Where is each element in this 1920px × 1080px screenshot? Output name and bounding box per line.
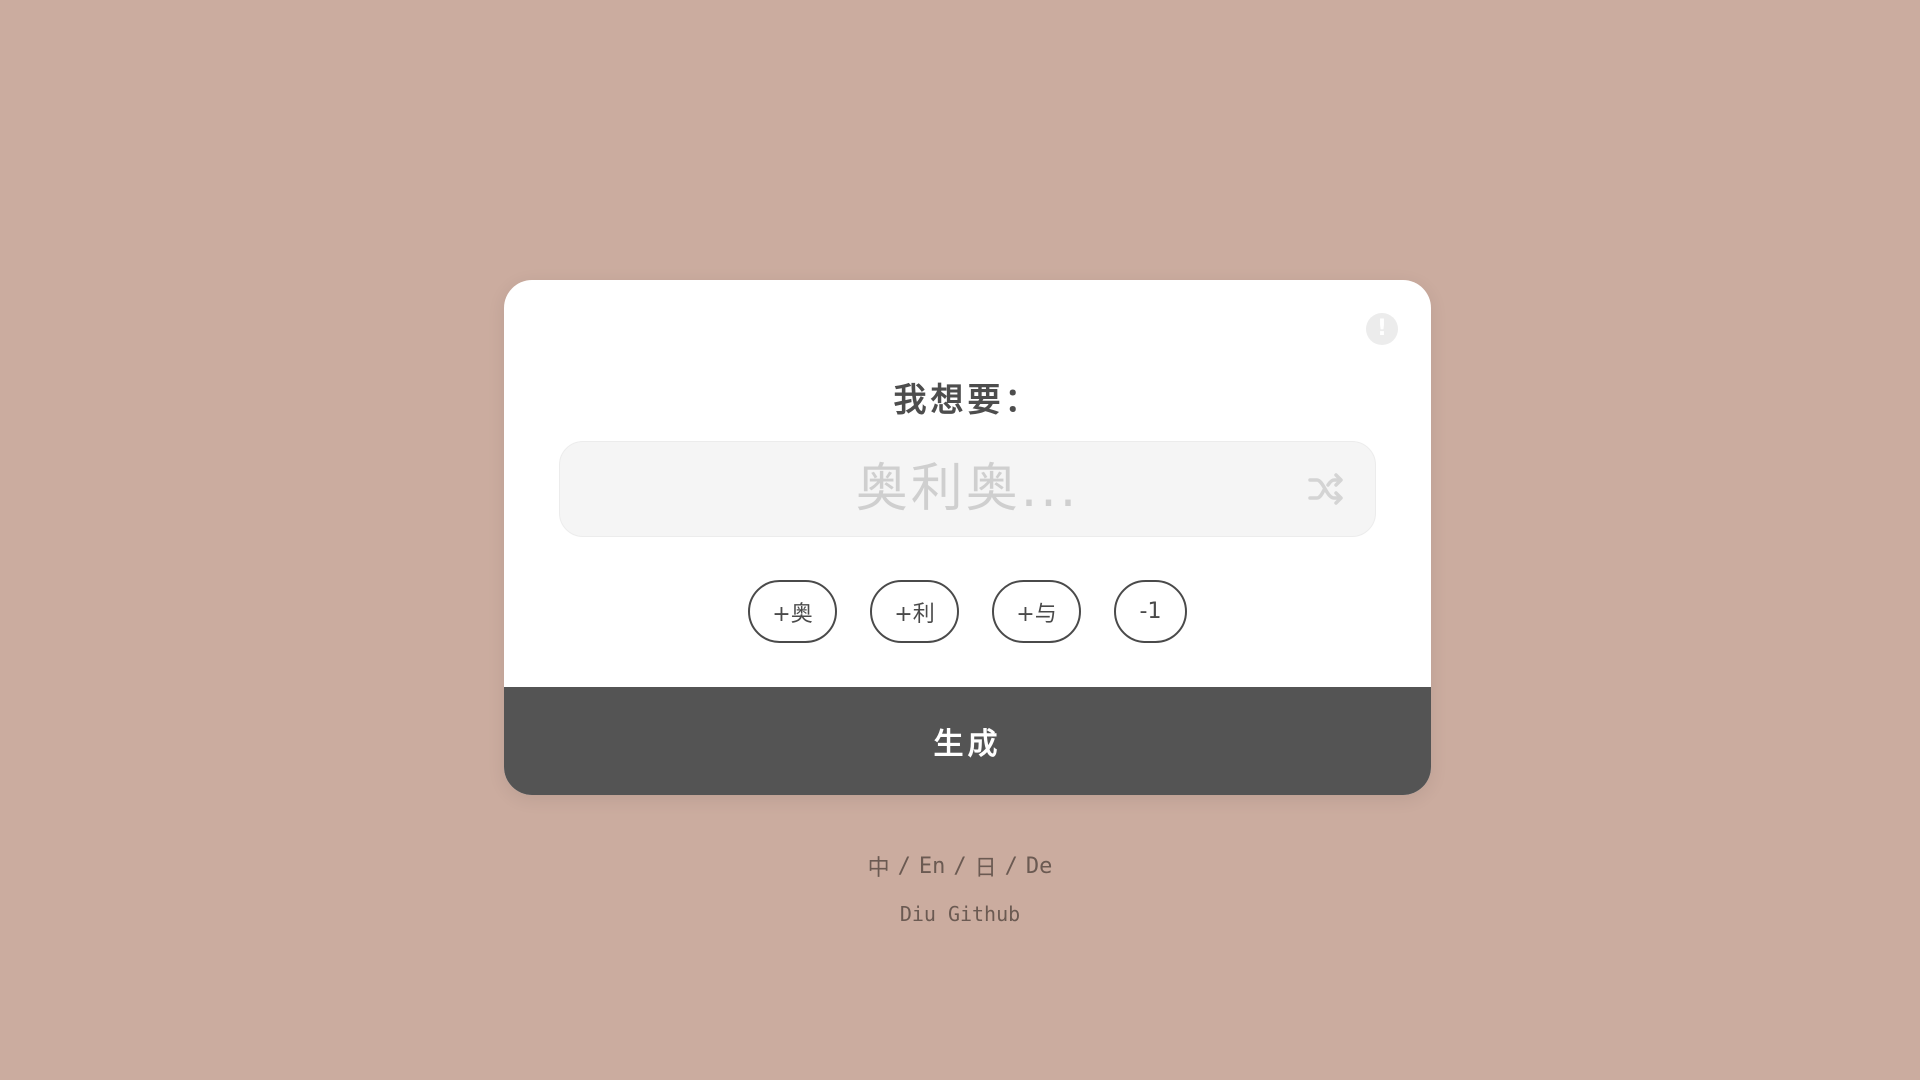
add-yu-chip[interactable]: +与: [992, 580, 1081, 643]
name-input[interactable]: [560, 442, 1375, 536]
separator: /: [897, 853, 911, 879]
lang-zh-link[interactable]: 中: [868, 850, 890, 882]
github-link[interactable]: Github: [948, 902, 1020, 926]
separator: /: [953, 853, 967, 879]
language-switcher: 中 / En / 日 / De: [0, 850, 1920, 882]
info-icon[interactable]: !: [1366, 313, 1398, 345]
generate-button[interactable]: 生成: [504, 687, 1431, 795]
footer: 中 / En / 日 / De Diu Github: [0, 850, 1920, 927]
diu-link[interactable]: Diu: [900, 902, 936, 926]
remove-last-chip[interactable]: -1: [1114, 580, 1187, 643]
separator: /: [1004, 853, 1018, 879]
credits: Diu Github: [0, 902, 1920, 926]
add-ao-chip[interactable]: +奥: [748, 580, 837, 643]
lang-ja-link[interactable]: 日: [975, 850, 997, 882]
name-input-wrapper: [559, 441, 1376, 537]
shuffle-icon[interactable]: [1307, 472, 1345, 506]
lang-de-link[interactable]: De: [1026, 854, 1053, 879]
prompt-label: 我想要：: [893, 380, 1042, 419]
chip-row: +奥 +利 +与 -1: [504, 580, 1431, 643]
generator-card: ! 我想要： +奥 +利 +与 -1 生成: [504, 280, 1431, 795]
add-li-chip[interactable]: +利: [870, 580, 959, 643]
lang-en-link[interactable]: En: [919, 854, 946, 879]
